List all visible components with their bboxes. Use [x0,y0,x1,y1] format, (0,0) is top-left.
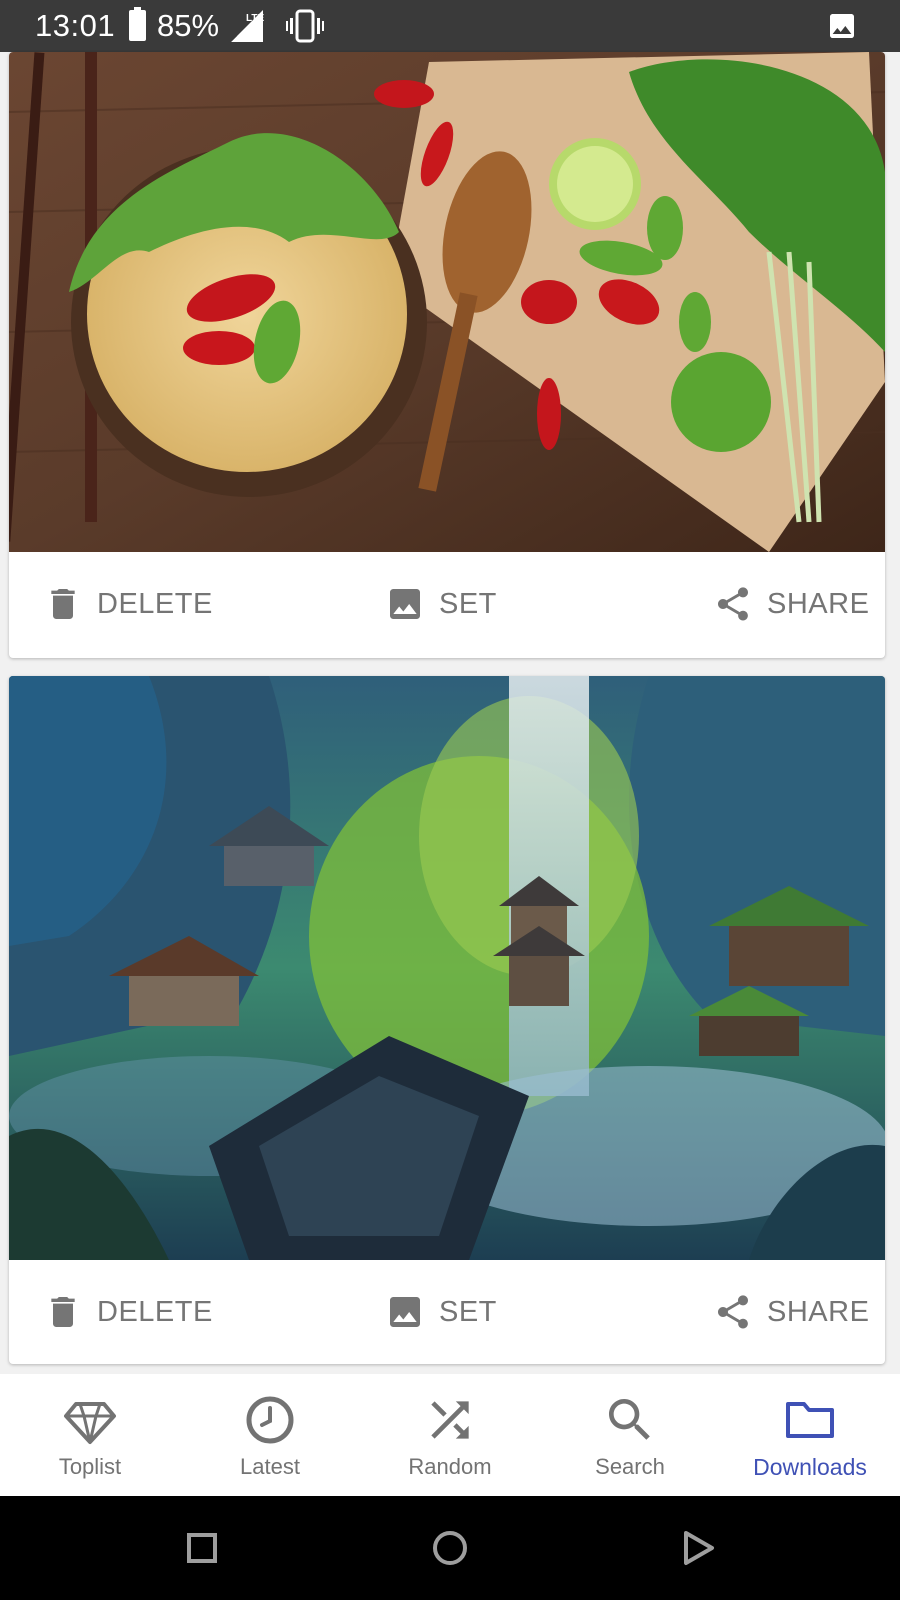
delete-button[interactable]: DELETE [43,1260,213,1364]
nav-label-latest: Latest [240,1454,300,1479]
wallpaper-image[interactable] [9,676,885,1260]
home-button[interactable] [426,1524,474,1572]
nav-item-latest[interactable]: Latest [180,1374,360,1496]
share-label: SHARE [767,1295,870,1328]
wallpaper-card: DELETE SET SHARE [9,52,885,658]
wallpaper-actions: DELETE SET SHARE [9,552,885,656]
image-notification-icon [830,14,854,38]
set-wallpaper-button[interactable]: SET [385,1260,497,1364]
status-bar: 13:01 85% LTE [0,0,900,52]
nav-item-search[interactable]: Search [540,1374,720,1496]
clock-icon [246,1396,294,1444]
nav-item-toplist[interactable]: Toplist [0,1374,180,1496]
image-icon [390,589,420,619]
wallpaper-image[interactable] [9,52,885,552]
nav-item-downloads[interactable]: Downloads [720,1374,900,1496]
nav-item-random[interactable]: Random [360,1374,540,1496]
folder-icon [786,1402,834,1438]
nav-label-search: Search [595,1454,665,1479]
lte-signal-icon: LTE [231,10,264,42]
set-label: SET [439,587,497,620]
svg-text:LTE: LTE [246,13,264,24]
delete-button[interactable]: DELETE [43,552,213,656]
delete-label: DELETE [97,587,213,620]
system-navigation-bar [0,1496,900,1600]
vibrate-icon [286,9,324,43]
nav-label-downloads: Downloads [753,1454,867,1480]
set-label: SET [439,1295,497,1328]
wallpaper-actions: DELETE SET SHARE [9,1260,885,1364]
share-button[interactable]: SHARE [713,1260,869,1364]
image-icon [390,1297,420,1327]
shuffle-icon [431,1401,469,1439]
share-icon [718,587,748,621]
bottom-navigation: Toplist Latest Random Search Downloads [0,1374,900,1496]
battery-icon [129,7,146,41]
nav-label-random: Random [408,1454,492,1479]
share-button[interactable]: SHARE [713,552,869,656]
trash-icon [51,1297,75,1327]
share-label: SHARE [767,587,870,620]
set-wallpaper-button[interactable]: SET [385,552,497,656]
back-button[interactable] [674,1524,722,1572]
nav-label-toplist: Toplist [58,1454,122,1479]
delete-label: DELETE [97,1295,213,1328]
recents-button[interactable] [178,1524,226,1572]
share-icon [718,1295,748,1329]
battery-percentage: 85% [157,8,220,43]
diamond-icon [64,1402,116,1444]
search-icon [609,1399,650,1440]
status-time: 13:01 [35,8,116,43]
wallpaper-card: DELETE SET SHARE [9,676,885,1364]
trash-icon [51,589,75,619]
